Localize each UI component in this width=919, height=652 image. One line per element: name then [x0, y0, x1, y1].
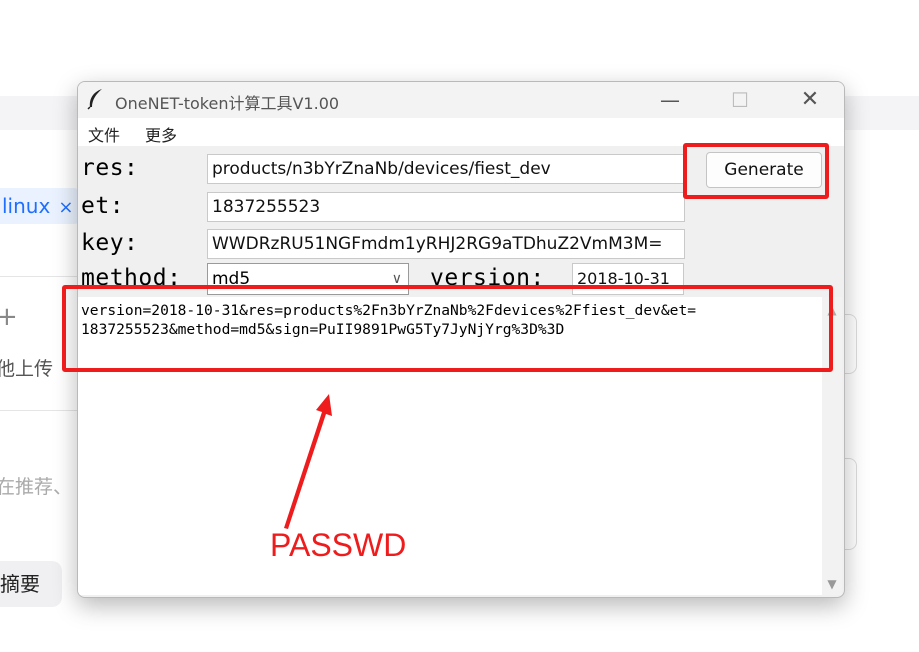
passwd-annotation: PASSWD [270, 527, 407, 563]
annotation-arrow-icon [284, 394, 332, 529]
